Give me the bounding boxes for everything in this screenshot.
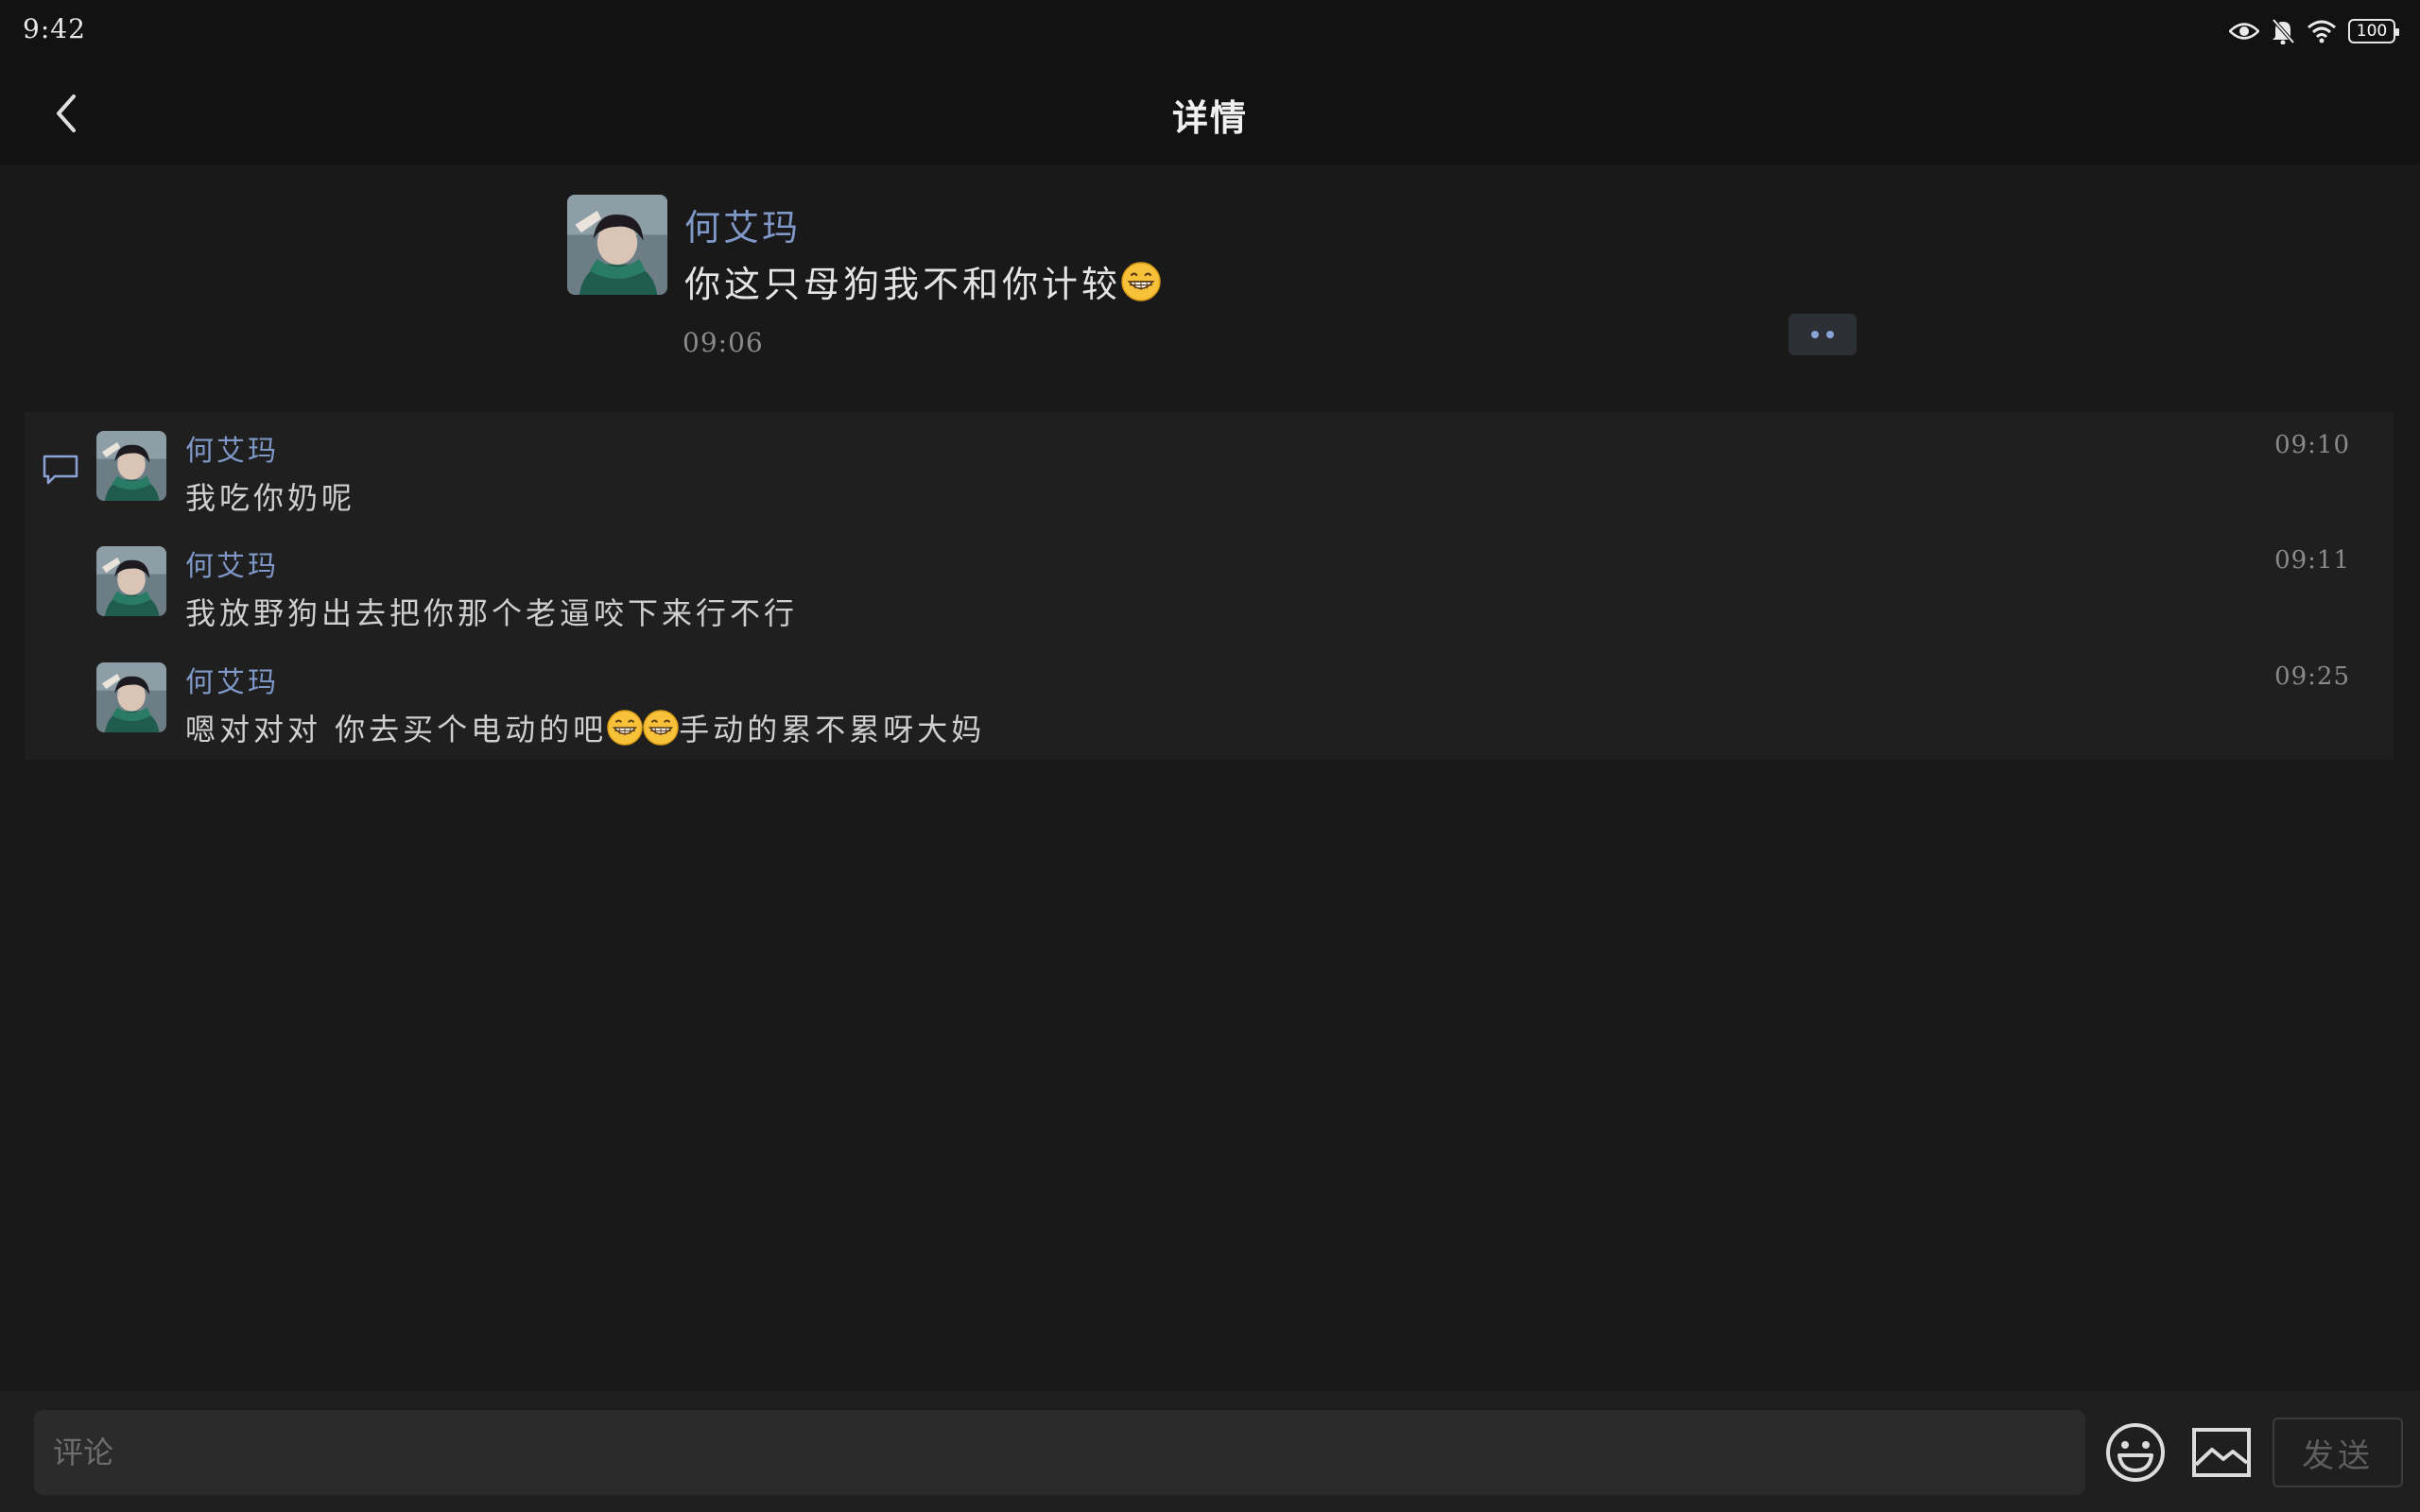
status-time: 9:42 — [23, 13, 86, 44]
comment-text-after: 手动的累不累呀大妈 — [679, 712, 986, 747]
more-options-button[interactable] — [1789, 314, 1857, 355]
comment-input[interactable] — [34, 1410, 2085, 1495]
comment-item[interactable]: 何艾玛 我放野狗出去把你那个老逼咬下来行不行 09:11 — [25, 527, 2394, 641]
comment-item[interactable]: 何艾玛 嗯对对对 你去买个电动的吧 手动的累不累呀大妈 09:25 — [25, 644, 2394, 757]
grinning-face-icon — [607, 710, 643, 746]
battery-indicator: 100 — [2348, 19, 2399, 43]
emoji-icon[interactable] — [2104, 1421, 2167, 1484]
more-dot — [1811, 331, 1819, 338]
status-icons: 100 — [2229, 15, 2399, 47]
comment-list: 何艾玛 我吃你奶呢 09:10 何艾玛 我放野狗出去把你那个老逼咬下来行不行 0… — [25, 412, 2394, 760]
post-timestamp: 09:06 — [683, 327, 764, 358]
grinning-face-icon — [643, 710, 679, 746]
comment-composer: 发送 — [0, 1391, 2420, 1512]
avatar[interactable] — [96, 431, 166, 501]
page-title: 详情 — [1171, 96, 1248, 139]
nav-bar: 详情 — [0, 62, 2420, 164]
image-icon[interactable] — [2191, 1427, 2252, 1478]
eye-icon — [2229, 23, 2259, 40]
bell-mute-icon — [2272, 18, 2295, 44]
comment-timestamp: 09:25 — [2274, 662, 2350, 691]
wifi-icon — [2308, 20, 2336, 43]
comment-author-name[interactable]: 何艾玛 — [185, 659, 279, 700]
post-author-name[interactable]: 何艾玛 — [684, 198, 801, 250]
avatar[interactable] — [96, 662, 166, 732]
status-bar: 9:42 100 — [0, 0, 2420, 62]
original-post: 何艾玛 你这只母狗我不和你计较 09:06 — [0, 164, 2420, 410]
comment-item[interactable]: 何艾玛 我吃你奶呢 09:10 — [25, 412, 2394, 525]
post-text: 你这只母狗我不和你计较 — [684, 255, 1161, 307]
comment-timestamp: 09:10 — [2274, 431, 2350, 459]
comment-text-content: 我吃你奶呢 — [185, 480, 356, 516]
comment-timestamp: 09:11 — [2274, 546, 2350, 575]
more-dot — [1826, 331, 1834, 338]
post-text-content: 你这只母狗我不和你计较 — [684, 264, 1122, 305]
comment-text-content: 我放野狗出去把你那个老逼咬下来行不行 — [185, 595, 799, 631]
send-button[interactable]: 发送 — [2273, 1418, 2403, 1487]
comment-text: 嗯对对对 你去买个电动的吧 手动的累不累呀大妈 — [185, 706, 985, 749]
comment-text-before: 嗯对对对 你去买个电动的吧 — [185, 712, 608, 747]
avatar[interactable] — [567, 195, 667, 295]
comment-author-name[interactable]: 何艾玛 — [185, 542, 279, 584]
comment-author-name[interactable]: 何艾玛 — [185, 427, 279, 469]
avatar[interactable] — [96, 546, 166, 616]
grinning-face-icon — [1121, 262, 1161, 301]
comment-text: 我放野狗出去把你那个老逼咬下来行不行 — [185, 590, 798, 633]
comment-text: 我吃你奶呢 — [185, 474, 355, 518]
